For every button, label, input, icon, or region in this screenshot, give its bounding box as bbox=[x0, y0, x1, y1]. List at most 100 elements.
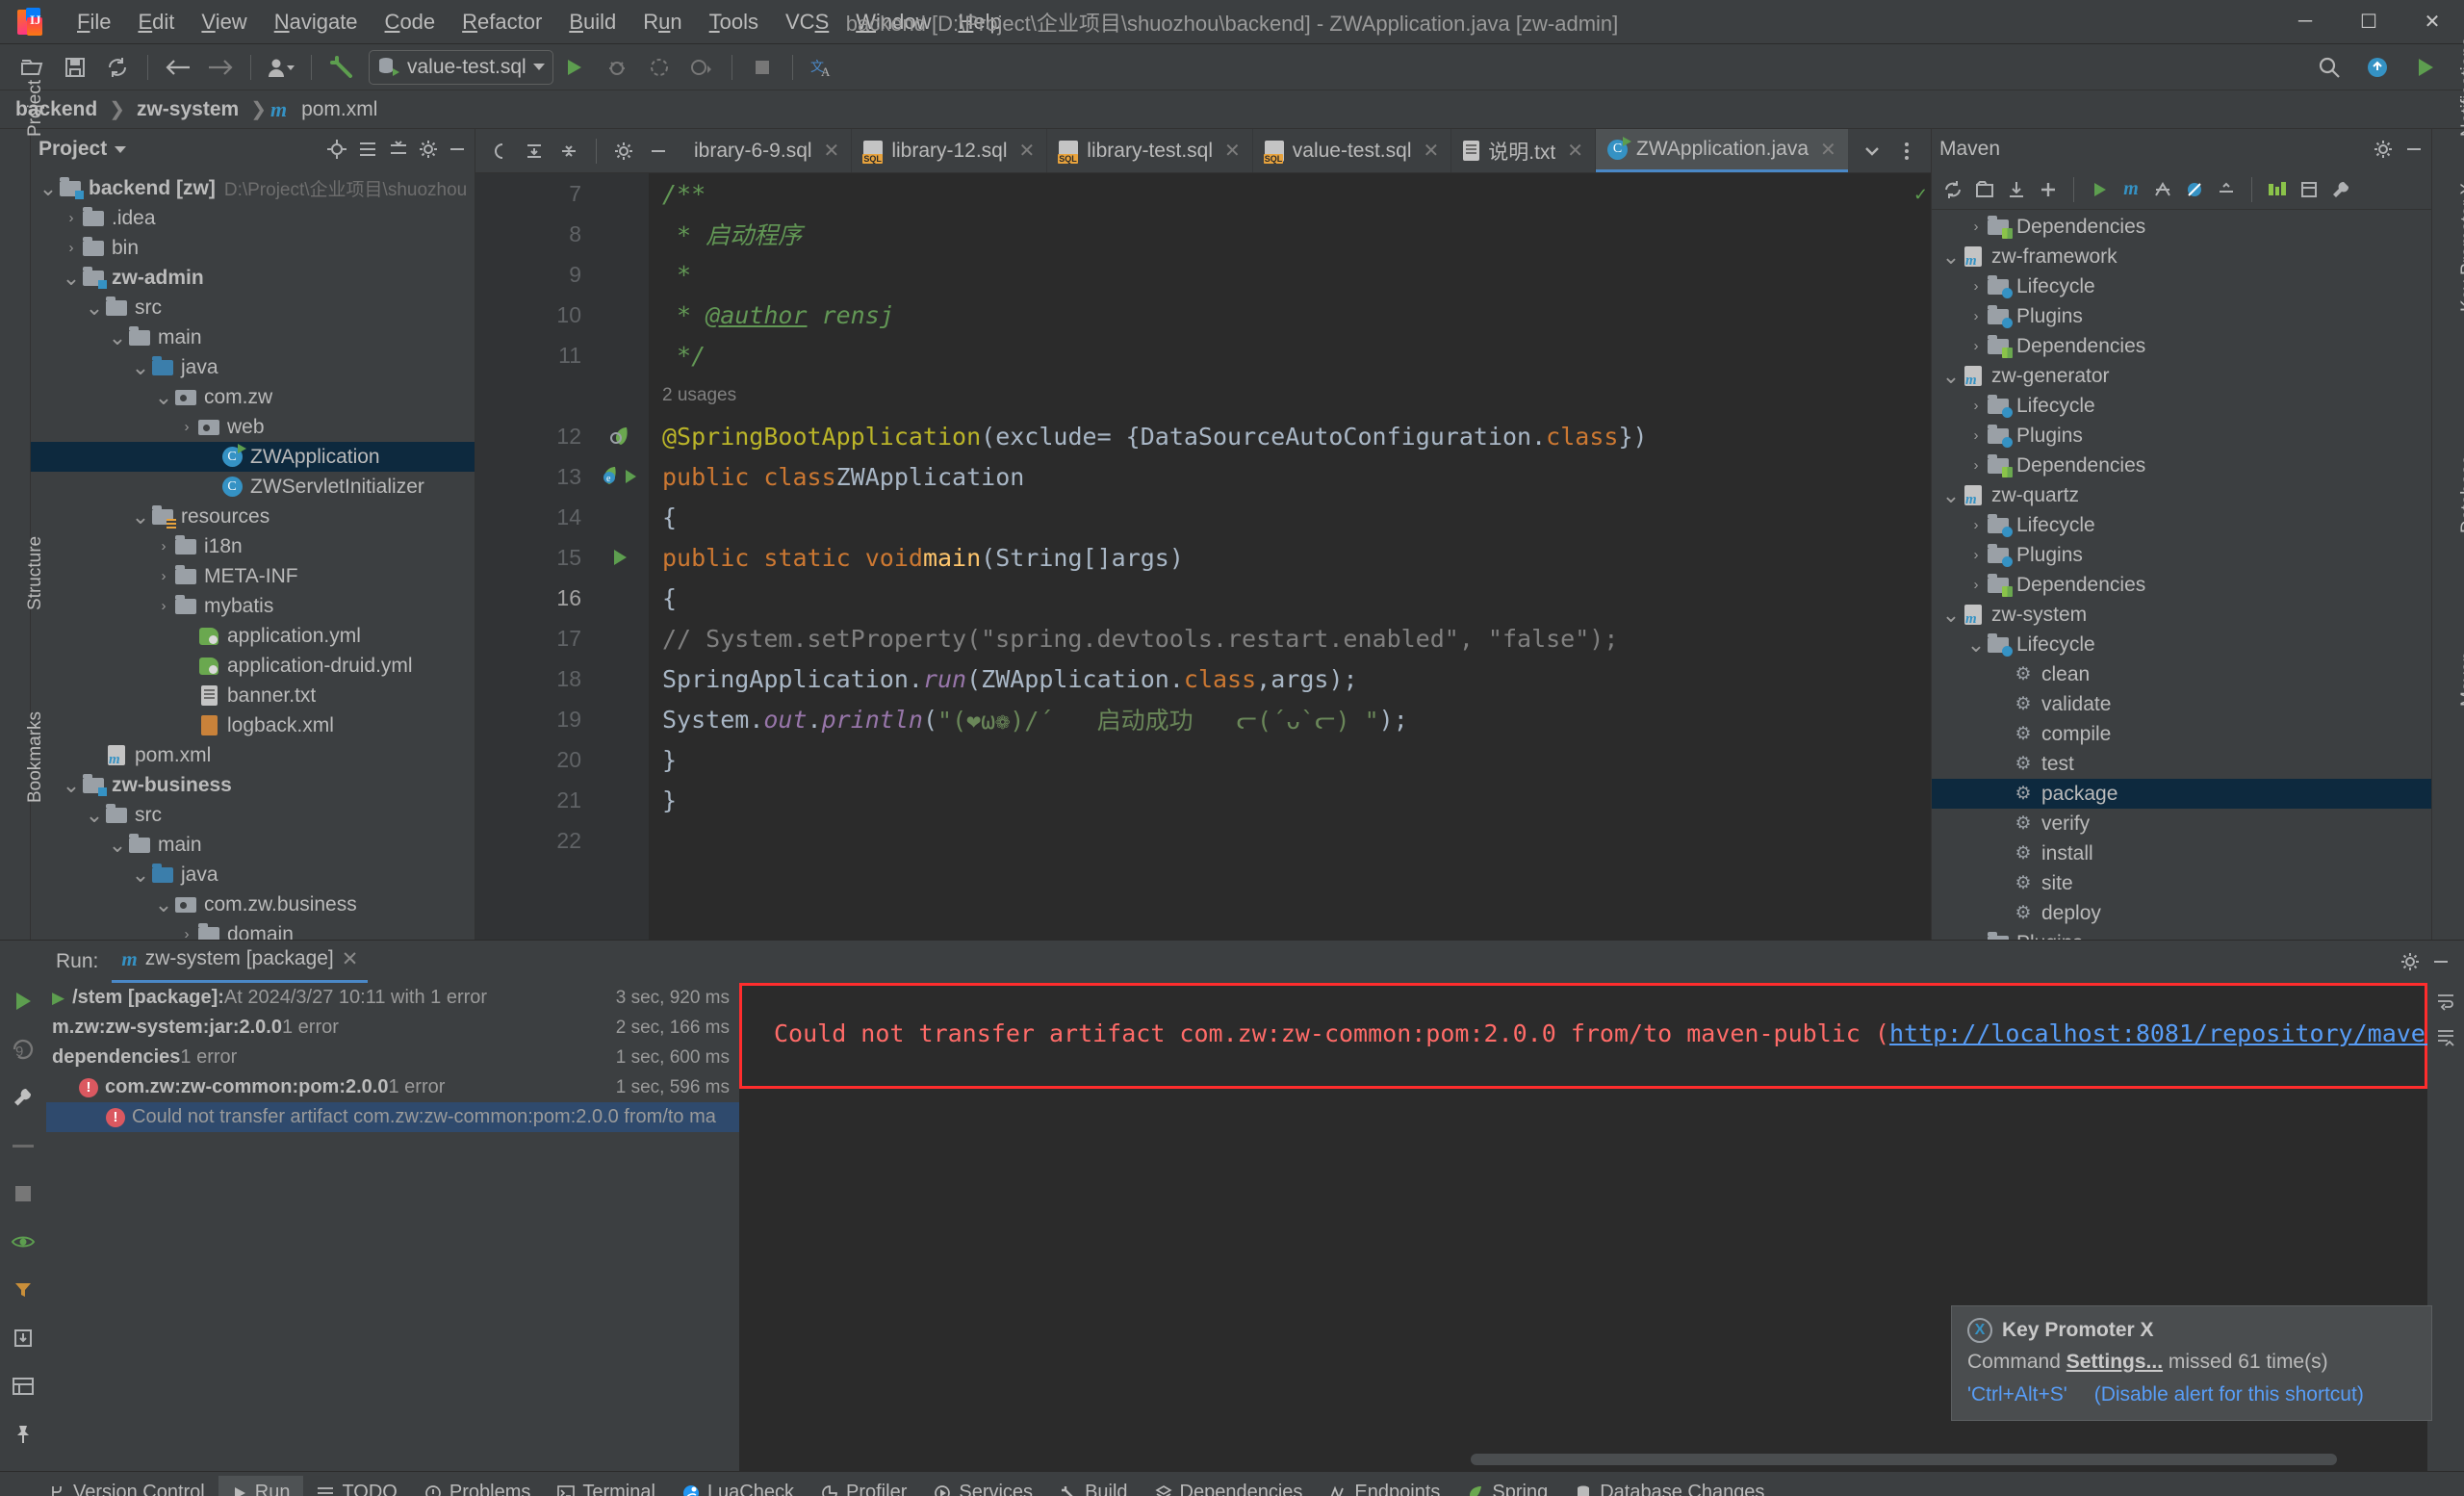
chevron-down-icon[interactable] bbox=[1856, 135, 1888, 168]
gutter-bean-icon[interactable] bbox=[591, 416, 649, 456]
build-output-row[interactable]: ! Could not transfer artifact com.zw:zw-c… bbox=[46, 1102, 739, 1132]
editor-tab[interactable]: C ZWApplication.java ✕ bbox=[1596, 129, 1848, 172]
translate-icon[interactable]: 文A bbox=[805, 50, 841, 85]
close-icon[interactable]: ✕ bbox=[342, 947, 359, 971]
code-line[interactable]: @SpringBootApplication(exclude = { DataS… bbox=[662, 416, 1912, 456]
scroll-to-end-icon[interactable] bbox=[2427, 1019, 2464, 1056]
tree-node[interactable]: banner.txt bbox=[31, 681, 475, 710]
tree-node[interactable]: C ZWServletInitializer bbox=[31, 472, 475, 502]
stop-button[interactable] bbox=[744, 50, 781, 85]
tree-node[interactable]: › i18n bbox=[31, 531, 475, 561]
debug-button[interactable] bbox=[599, 50, 635, 85]
maven-tree-node[interactable]: ⚙ compile bbox=[1932, 719, 2431, 749]
code-line[interactable]: { bbox=[662, 578, 1912, 618]
menu-view[interactable]: View bbox=[188, 6, 260, 39]
tool-window-bar[interactable]: Version Control Run TODO Problems Terminal Lu… bbox=[0, 1471, 2464, 1496]
soft-wrap-icon[interactable] bbox=[2427, 983, 2464, 1019]
maximize-button[interactable]: ☐ bbox=[2337, 0, 2400, 44]
tool-window-run[interactable]: Run bbox=[218, 1476, 304, 1496]
maven-tree-node[interactable]: › Lifecycle bbox=[1932, 391, 2431, 421]
menu-window[interactable]: Window bbox=[842, 6, 944, 39]
run-button[interactable] bbox=[556, 50, 593, 85]
maven-tree-node[interactable]: ⌄ zw-system bbox=[1932, 600, 2431, 630]
previous-occurrence-icon[interactable] bbox=[483, 135, 516, 168]
tool-window-todo[interactable]: TODO bbox=[303, 1476, 410, 1496]
gear-icon[interactable] bbox=[607, 135, 640, 168]
close-icon[interactable]: ✕ bbox=[1421, 139, 1440, 163]
close-icon[interactable]: ✕ bbox=[821, 139, 840, 163]
tree-node[interactable]: ⌄ java bbox=[31, 352, 475, 382]
chevron-down-icon[interactable] bbox=[115, 145, 127, 153]
build-icon[interactable] bbox=[323, 50, 360, 85]
gutter-run-method-icon[interactable] bbox=[591, 537, 649, 578]
chevron-right-icon[interactable]: › bbox=[1966, 278, 1986, 295]
repository-url-link[interactable]: http://localhost:8081/repository/maven-p… bbox=[1889, 1019, 2464, 1047]
run-maven-goal-icon[interactable] bbox=[2084, 174, 2115, 205]
add-icon[interactable] bbox=[2033, 174, 2064, 205]
eye-icon[interactable] bbox=[7, 1225, 39, 1258]
code-line[interactable] bbox=[662, 820, 1912, 861]
close-icon[interactable]: ✕ bbox=[1221, 139, 1241, 163]
expand-icon[interactable] bbox=[518, 135, 551, 168]
profiles-icon[interactable] bbox=[2262, 174, 2293, 205]
chevron-right-icon[interactable]: › bbox=[1966, 427, 1986, 444]
menu-edit[interactable]: Edit bbox=[124, 6, 188, 39]
build-output-row[interactable]: ! com.zw:zw-common:pom:2.0.0 1 error 1 sec… bbox=[46, 1072, 739, 1102]
chevron-right-icon[interactable]: › bbox=[1966, 338, 1986, 354]
build-output-row[interactable]: dependencies 1 error 1 sec, 600 ms bbox=[46, 1043, 739, 1072]
tool-window-spring[interactable]: Spring bbox=[1453, 1476, 1561, 1496]
back-arrow-icon[interactable] bbox=[160, 50, 196, 85]
maven-tree-node[interactable]: ⚙ package bbox=[1932, 779, 2431, 809]
maven-tree-node[interactable]: ⚙ clean bbox=[1932, 659, 2431, 689]
tree-node[interactable]: ⌄ main bbox=[31, 322, 475, 352]
chevron-right-icon[interactable]: › bbox=[1966, 308, 1986, 324]
menu-navigate[interactable]: Navigate bbox=[261, 6, 372, 39]
execute-icon[interactable] bbox=[2294, 174, 2324, 205]
filter-icon[interactable] bbox=[7, 1274, 39, 1306]
run-tab-zw-system-package[interactable]: m zw-system [package] ✕ bbox=[112, 941, 369, 983]
menu-code[interactable]: Code bbox=[372, 6, 449, 39]
tool-window-build[interactable]: Build bbox=[1046, 1476, 1141, 1496]
tool-window-luacheck[interactable]: LuaCheck bbox=[669, 1476, 808, 1496]
code-line[interactable]: } bbox=[662, 780, 1912, 820]
settings-wrench-icon[interactable] bbox=[7, 1081, 39, 1114]
tool-window-version-control[interactable]: Version Control bbox=[35, 1476, 218, 1496]
rerun-failed-icon[interactable]: 9 bbox=[7, 1033, 39, 1066]
editor-tab[interactable]: 说明.txt ✕ bbox=[1451, 129, 1597, 172]
close-button[interactable]: ✕ bbox=[2400, 0, 2464, 44]
chevron-right-icon[interactable]: › bbox=[154, 598, 173, 614]
maven-projects-tree[interactable]: › Dependencies ⌄ zw-framework › Lifecycle › Plu… bbox=[1932, 210, 2431, 940]
maven-tree-node[interactable]: › Dependencies bbox=[1932, 331, 2431, 361]
sidebar-item-notifications[interactable]: Notifications bbox=[2458, 38, 2464, 138]
chevron-down-icon[interactable]: ⌄ bbox=[1941, 484, 1961, 505]
code-line[interactable]: /** bbox=[662, 173, 1912, 214]
maven-tree-node[interactable]: › Dependencies bbox=[1932, 212, 2431, 242]
save-icon[interactable] bbox=[57, 50, 93, 85]
hide-icon[interactable] bbox=[2404, 140, 2424, 159]
toggle-offline-icon[interactable] bbox=[2147, 174, 2178, 205]
chevron-right-icon[interactable]: › bbox=[1966, 577, 1986, 593]
maven-tree-node[interactable]: ⌄ zw-framework bbox=[1932, 242, 2431, 271]
gutter-icons[interactable]: e bbox=[591, 173, 649, 940]
tree-node[interactable]: › bin bbox=[31, 233, 475, 263]
code-line[interactable]: { bbox=[662, 497, 1912, 537]
tree-node[interactable]: ⌄ src bbox=[31, 800, 475, 830]
project-tree[interactable]: ⌄ backend [zw] D:\Project\企业项目\shuozhou › .i… bbox=[31, 169, 475, 940]
updates-icon[interactable] bbox=[2359, 50, 2396, 85]
sidebar-item-database[interactable]: Database bbox=[2458, 455, 2464, 533]
chevron-down-icon[interactable]: ⌄ bbox=[38, 177, 58, 198]
chevron-down-icon[interactable] bbox=[532, 64, 545, 70]
chevron-down-icon[interactable]: ⌄ bbox=[1941, 245, 1961, 267]
main-menu[interactable]: File Edit View Navigate Code Refactor Bu… bbox=[64, 6, 1015, 39]
tool-window-database-changes[interactable]: Database Changes bbox=[1561, 1476, 1778, 1496]
breadcrumb-item-zw-system[interactable]: zw-system bbox=[129, 96, 246, 123]
maven-tree-node[interactable]: ⚙ deploy bbox=[1932, 898, 2431, 928]
hide-icon[interactable] bbox=[2431, 952, 2451, 971]
tree-node[interactable]: ⌄ zw-business bbox=[31, 770, 475, 800]
stop-icon[interactable] bbox=[7, 1177, 39, 1210]
code-text[interactable]: /** * 启动程序 * * @author rensj */ 2 usages @… bbox=[649, 173, 1912, 940]
code-line[interactable]: * bbox=[662, 254, 1912, 295]
chevron-down-icon[interactable]: ⌄ bbox=[131, 356, 150, 377]
chevron-down-icon[interactable]: ⌄ bbox=[85, 297, 104, 318]
tree-node[interactable]: C ZWApplication bbox=[31, 442, 475, 472]
